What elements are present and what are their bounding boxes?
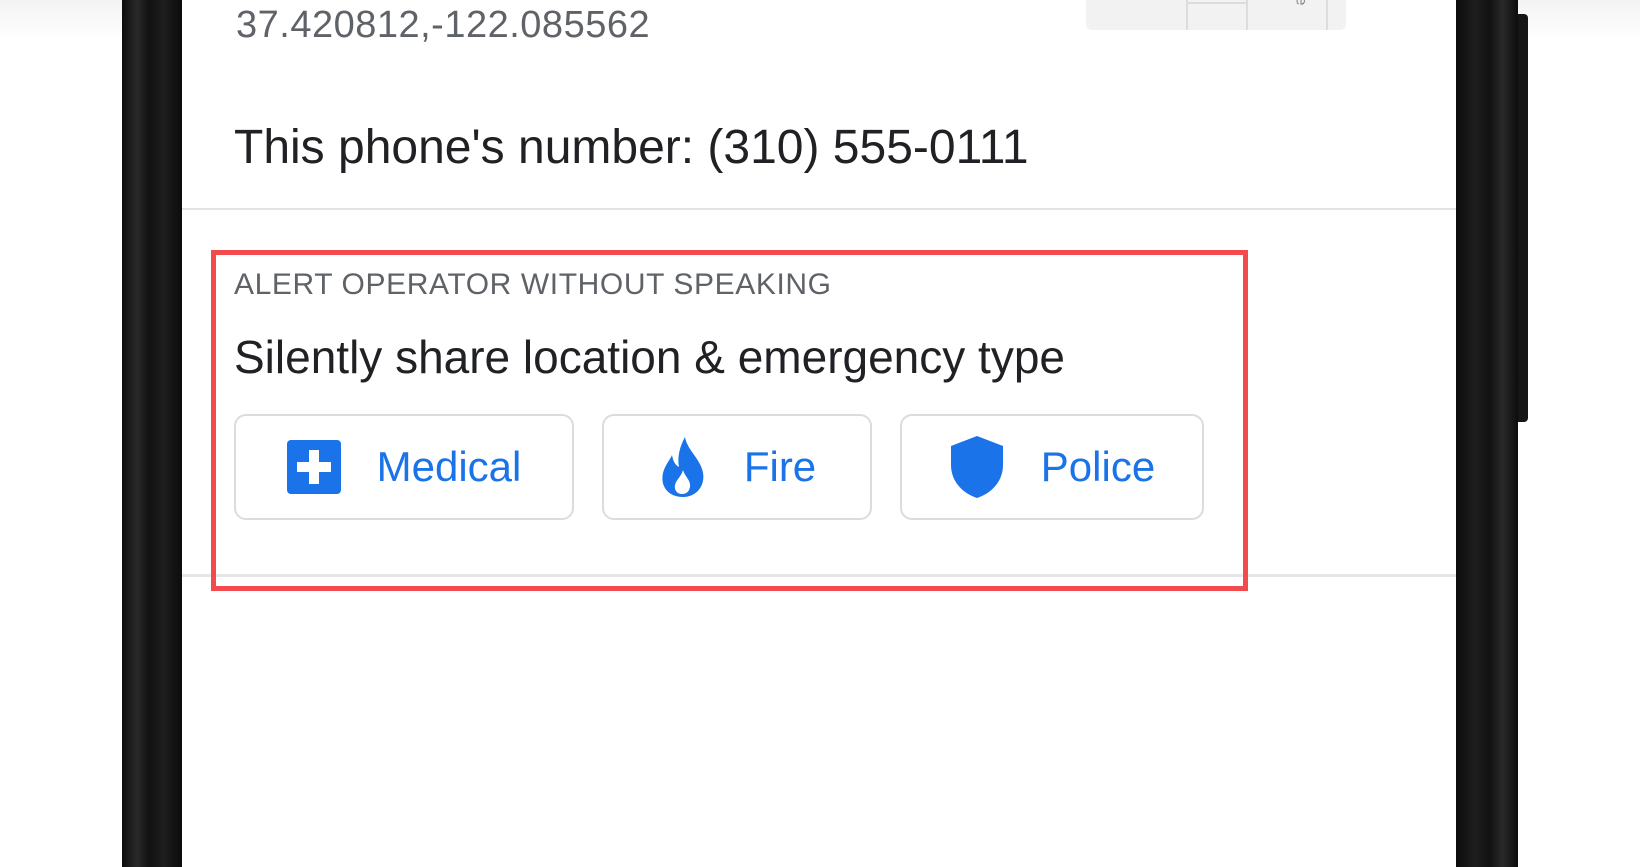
- phone-screen: e 37.420812,-122.085562 This phone's num…: [182, 0, 1456, 867]
- police-button[interactable]: Police: [900, 414, 1204, 520]
- location-coordinates: 37.420812,-122.085562: [236, 4, 651, 46]
- phone-bezel-right: [1456, 0, 1518, 867]
- screenshot-stage: e 37.420812,-122.085562 This phone's num…: [0, 0, 1640, 867]
- medical-cross-icon: [286, 440, 341, 494]
- medical-button[interactable]: Medical: [234, 414, 574, 520]
- section-divider: [182, 574, 1456, 577]
- map-road: [1186, 2, 1248, 4]
- medical-button-label: Medical: [376, 443, 522, 490]
- fire-button-label: Fire: [743, 443, 817, 490]
- map-road: [1246, 0, 1248, 30]
- fire-icon: [658, 435, 708, 499]
- phone-number-text: This phone's number: (310) 555-0111: [234, 121, 1029, 174]
- police-button-label: Police: [1040, 443, 1156, 490]
- silent-alert-title: Silently share location & emergency type: [234, 331, 1065, 383]
- phone-bezel-left: [122, 0, 182, 867]
- fire-button[interactable]: Fire: [602, 414, 872, 520]
- map-label: e: [1292, 0, 1310, 6]
- section-divider: [182, 208, 1456, 210]
- map-road: [1326, 0, 1328, 30]
- shield-icon: [949, 435, 1005, 499]
- silent-alert-label: ALERT OPERATOR WITHOUT SPEAKING: [234, 268, 832, 301]
- map-preview[interactable]: e: [1086, 0, 1346, 30]
- map-road: [1186, 0, 1188, 30]
- phone-side-button[interactable]: [1518, 14, 1528, 422]
